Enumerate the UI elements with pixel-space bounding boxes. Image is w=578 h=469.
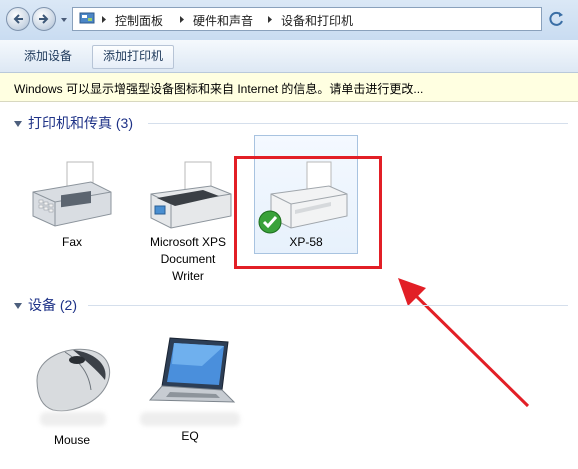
red-annotation-arrow [398, 278, 530, 408]
info-bar[interactable]: Windows 可以显示增强型设备图标和来自 Internet 的信息。请单击进… [0, 73, 578, 102]
control-panel-icon [79, 12, 95, 24]
breadcrumb-devices-printers[interactable]: 设备和打印机 [281, 12, 353, 29]
printer-icon [150, 161, 232, 229]
recent-pages-dropdown-icon[interactable] [60, 16, 68, 24]
chevron-right-icon[interactable] [266, 15, 274, 24]
group-divider [148, 123, 568, 124]
device-xps-writer[interactable]: Microsoft XPS Document Writer [138, 160, 238, 285]
printers-group-header[interactable]: 打印机和传真 (3) [14, 113, 133, 133]
devices-group-header[interactable]: 设备 (2) [14, 295, 77, 315]
chevron-right-icon[interactable] [100, 15, 108, 24]
device-mouse-label: Mouse [53, 433, 91, 447]
command-bar: 添加设备 添加打印机 [0, 40, 578, 73]
back-button[interactable] [6, 7, 30, 31]
devices-group-title: 设备 (2) [28, 297, 77, 313]
add-device-button[interactable]: 添加设备 [14, 45, 82, 67]
back-arrow-icon [13, 14, 23, 24]
forward-button[interactable] [32, 7, 56, 31]
redacted-blur [40, 412, 106, 426]
mouse-icon [36, 348, 111, 412]
redacted-blur [140, 412, 240, 426]
device-mouse[interactable]: Mouse [22, 340, 122, 449]
device-eq-label: EQ [181, 429, 199, 443]
device-xps-label-line2: Document [160, 252, 216, 266]
device-xps-label-line1: Microsoft XPS [149, 235, 227, 249]
breadcrumb-hardware-sound[interactable]: 硬件和声音 [193, 12, 253, 29]
chevron-right-icon[interactable] [178, 15, 186, 24]
laptop-icon [148, 337, 236, 403]
fax-icon [32, 161, 112, 227]
collapse-triangle-icon[interactable] [14, 303, 22, 310]
red-annotation-box [234, 156, 382, 269]
group-divider [88, 305, 568, 306]
collapse-triangle-icon[interactable] [14, 121, 22, 128]
address-bar-area: 控制面板 硬件和声音 设备和打印机 [0, 0, 578, 40]
add-printer-button[interactable]: 添加打印机 [92, 45, 175, 69]
refresh-icon[interactable] [546, 9, 568, 29]
device-eq[interactable]: EQ [140, 336, 240, 445]
device-fax[interactable]: Fax [22, 160, 122, 251]
device-fax-label: Fax [61, 235, 82, 249]
info-bar-text[interactable]: Windows 可以显示增强型设备图标和来自 Internet 的信息。请单击进… [14, 80, 423, 97]
forward-arrow-icon [39, 14, 49, 24]
address-box[interactable]: 控制面板 硬件和声音 设备和打印机 [72, 7, 542, 31]
printers-group-title: 打印机和传真 (3) [28, 115, 133, 131]
device-xps-label-line3: Writer [172, 269, 204, 283]
breadcrumb-control-panel[interactable]: 控制面板 [115, 12, 163, 29]
